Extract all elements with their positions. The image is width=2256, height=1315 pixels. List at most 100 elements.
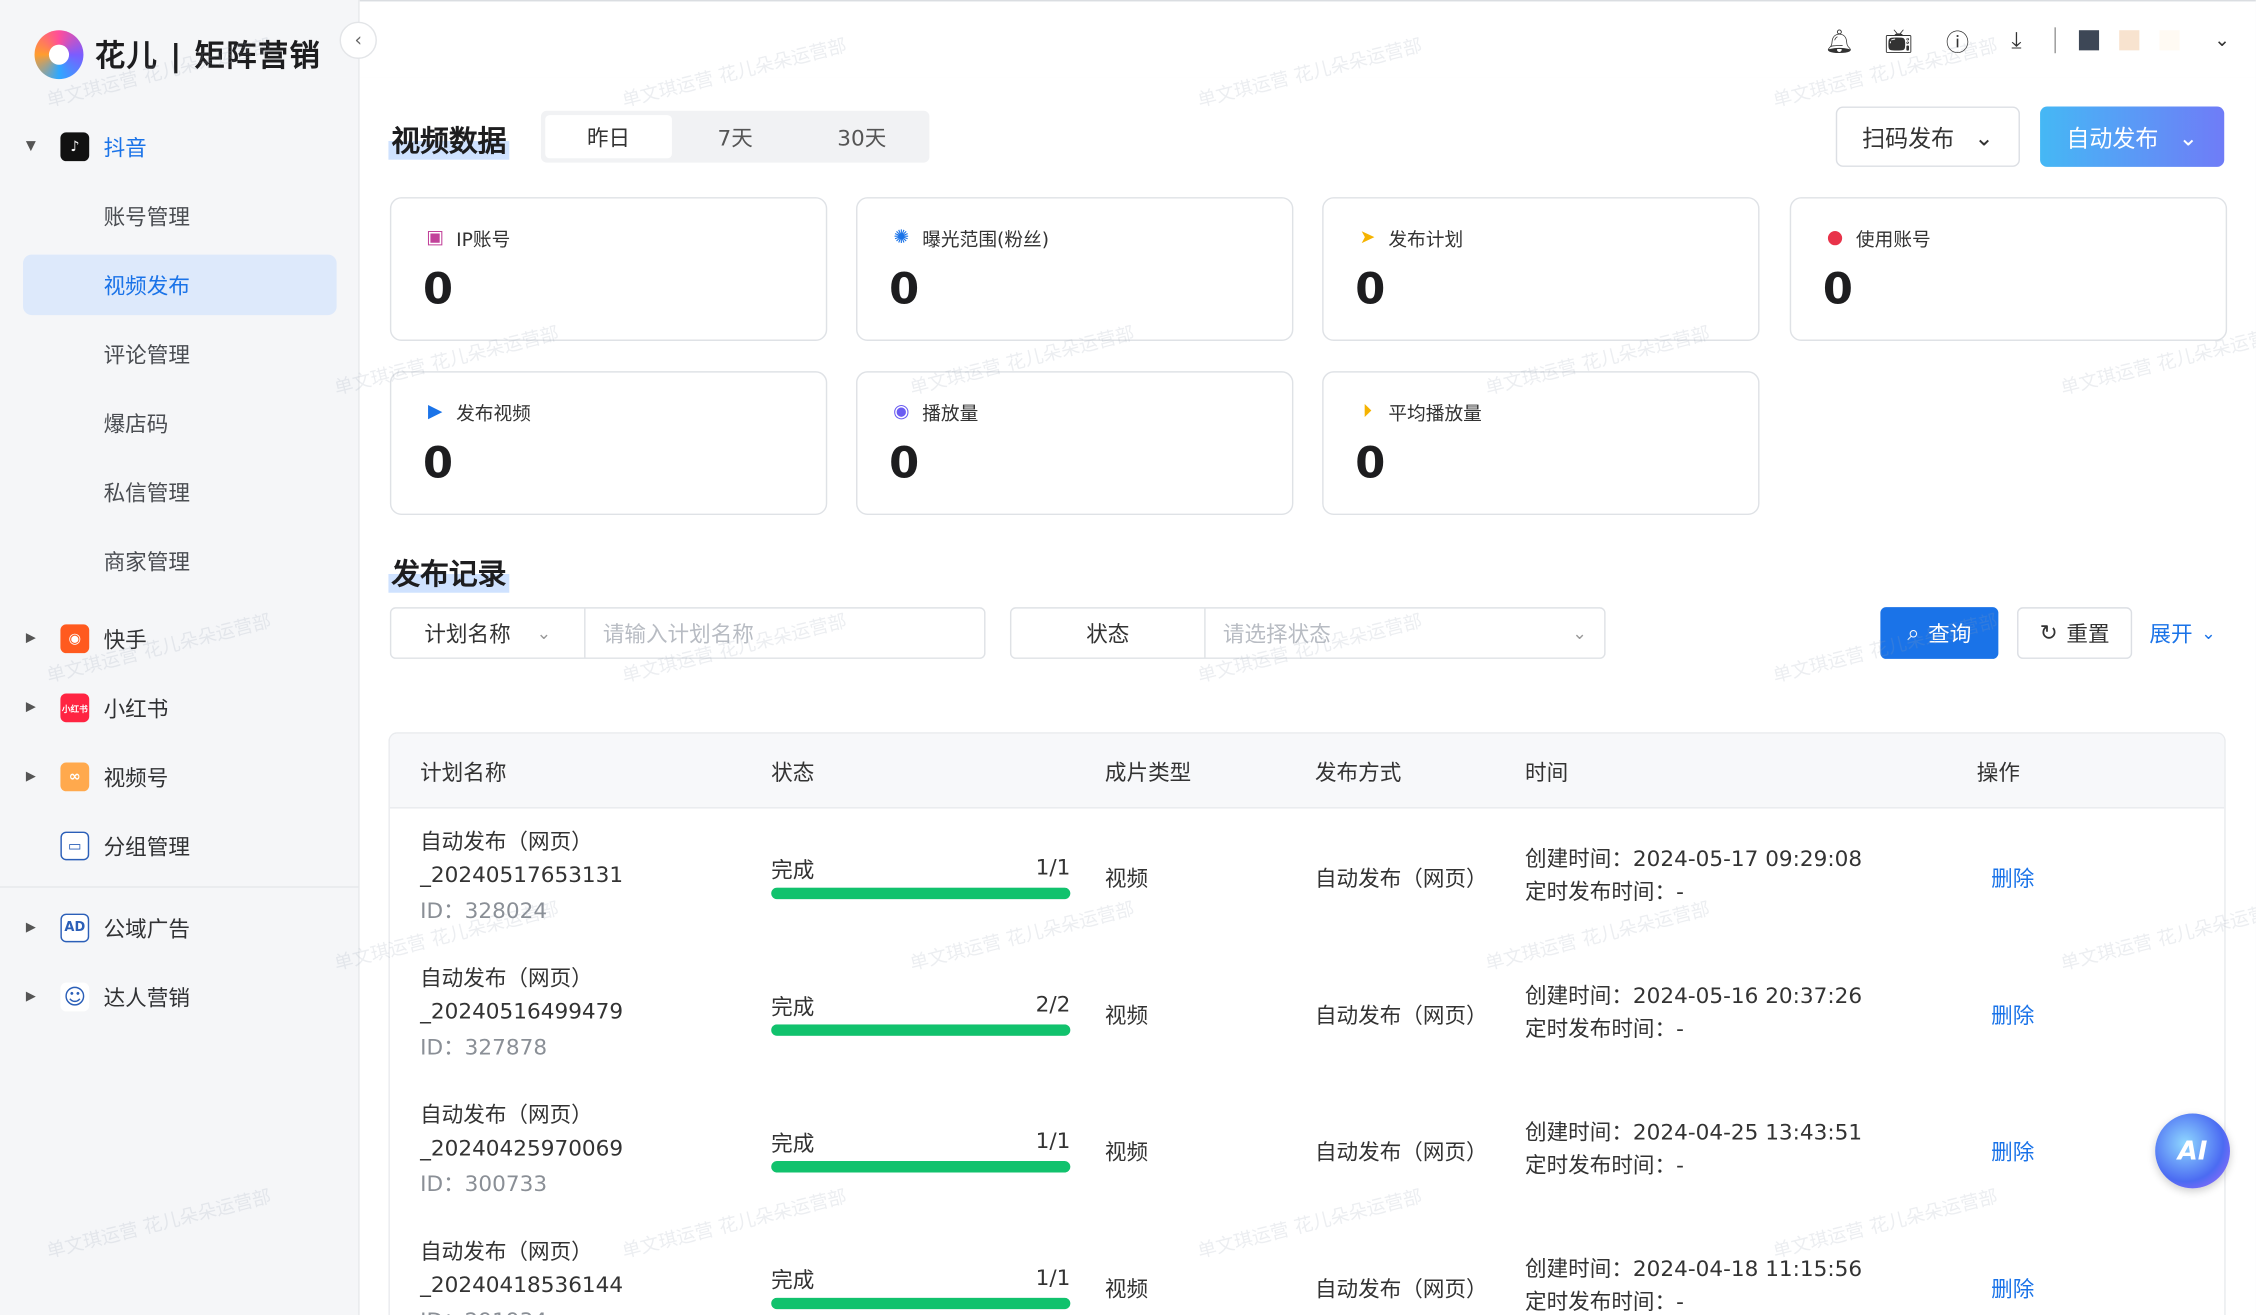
plan-name-cell: 自动发布（网页） _20240418536144 (420, 1236, 623, 1302)
sidebar-group-label: 抖音 (103, 134, 147, 161)
stat-label: 曝光范围(粉丝) (922, 230, 1050, 252)
sidebar-group-kuaishou[interactable]: ▶ ◉ 快手 (0, 604, 360, 673)
brand-logo[interactable]: 花儿 | 矩阵营销 (34, 29, 322, 81)
delete-button[interactable]: 删除 (1991, 1273, 2034, 1303)
scheduled-time: 定时发布时间：- (1525, 1152, 1684, 1179)
publish-method: 自动发布（网页） (1314, 1002, 1488, 1029)
plan-name-line2: _20240517653131 (420, 861, 624, 888)
sidebar-group-label: 达人营销 (103, 984, 190, 1011)
plan-name-cell: 自动发布（网页） _20240517653131 (420, 826, 623, 892)
publish-method: 自动发布（网页） (1314, 1276, 1488, 1303)
download-icon[interactable]: ⤓ (1987, 24, 2046, 56)
stat-value: 0 (422, 264, 454, 316)
scheduled-time: 定时发布时间：- (1525, 1289, 1684, 1315)
plan-name-input[interactable]: 请输入计划名称 (586, 609, 985, 658)
caret-right-icon: ▶ (25, 989, 36, 1005)
user-name-block[interactable] (2119, 30, 2140, 51)
range-yesterday[interactable]: 昨日 (545, 115, 672, 159)
main-content: 视频数据 昨日 7天 30天 扫码发布 ⌄ 自动发布 ⌄ ▣ IP账号 0 ✺ 曝光… (359, 77, 2256, 1315)
sidebar-group-label: 视频号 (103, 764, 169, 791)
person-star-icon: ☺ (60, 982, 90, 1012)
paper-plane-icon: ➤ (1359, 227, 1376, 249)
progress-bar (771, 887, 1071, 900)
auto-publish-button[interactable]: 自动发布 ⌄ (2040, 106, 2225, 167)
table-header: 计划名称 状态 成片类型 发布方式 时间 操作 (389, 733, 2225, 809)
filter-field-select[interactable]: 计划名称 ⌄ (391, 608, 586, 658)
stat-card-ip-accounts: ▣ IP账号 0 (389, 197, 828, 341)
sidebar-group-douyin[interactable]: ▼ ♪ 抖音 (0, 112, 360, 181)
progress-fill (771, 887, 1071, 900)
progress-bar (771, 1024, 1071, 1036)
sidebar-group-label: 小红书 (103, 695, 169, 722)
caret-right-icon: ▶ (25, 769, 36, 785)
channels-icon: ∞ (60, 762, 90, 792)
plan-name-line1: 自动发布（网页） (420, 1238, 593, 1265)
status-text: 完成 (771, 994, 815, 1021)
xiaohongshu-icon: 小红书 (60, 693, 90, 723)
user-avatar[interactable] (2079, 30, 2100, 51)
range-30-days[interactable]: 30天 (798, 115, 925, 158)
status-cell: 完成 1/1 (771, 855, 1071, 900)
expand-button[interactable]: 展开 ⌄ (2149, 607, 2215, 659)
stat-card-plays: ◉ 播放量 0 (856, 371, 1294, 516)
chevron-down-icon: ⌄ (1572, 622, 1587, 644)
chevron-left-icon: ‹ (354, 29, 362, 52)
help-icon[interactable]: ⓘ (1928, 24, 1987, 56)
scheduled-time: 定时发布时间：- (1525, 879, 1684, 905)
status-cell: 完成 1/1 (771, 1264, 1071, 1310)
status-cell: 完成 1/1 (771, 1127, 1071, 1173)
status-filter-label: 状态 (1011, 608, 1206, 658)
created-time: 创建时间：2024-05-17 09:29:08 (1525, 845, 1863, 872)
sidebar: 花儿 | 矩阵营销 ‹ ▼ ♪ 抖音 账号管理 视频发布 评论管理 爆店码 私信… (0, 0, 377, 1315)
play-circle-icon: ⏵ (1362, 401, 1373, 423)
sidebar-group-xiaohongshu[interactable]: ▶ 小红书 小红书 (0, 673, 360, 742)
plan-name-line2: _20240516499479 (420, 998, 624, 1025)
stat-card-avg-plays: ⏵ 平均播放量 0 (1322, 371, 1760, 516)
status-select[interactable]: 请选择状态 ⌄ (1206, 609, 1605, 658)
stat-value: 0 (422, 438, 454, 490)
ai-assistant-button[interactable]: AI (2155, 1113, 2230, 1189)
table-row: 自动发布（网页） _20240418536144 ID：291934 完成 1/1 视频 自… (390, 1219, 2224, 1315)
progress-count: 1/1 (1035, 1264, 1071, 1291)
sidebar-group-ads[interactable]: ▶ AD 公域广告 (0, 893, 360, 962)
sidebar-divider (0, 886, 360, 888)
sidebar-group-management[interactable]: ▭ 分组管理 (0, 811, 360, 880)
tv-icon[interactable]: 📺︎ (1869, 24, 1928, 56)
range-7-days[interactable]: 7天 (672, 115, 799, 158)
delete-button[interactable]: 删除 (1991, 863, 2034, 893)
chevron-down-icon: ⌄ (536, 622, 552, 644)
stat-value: 0 (889, 438, 920, 490)
reset-button[interactable]: ↻ 重置 (2017, 607, 2133, 659)
stat-label: IP账号 (456, 230, 511, 252)
sidebar-group-shipinhao[interactable]: ▶ ∞ 视频号 (0, 742, 360, 811)
collapse-sidebar-button[interactable]: ‹ (339, 21, 377, 59)
column-header-type: 成片类型 (1104, 759, 1192, 786)
status-cell: 完成 2/2 (771, 991, 1071, 1036)
sidebar-group-talent[interactable]: ▶ ☺ 达人营销 (0, 962, 360, 1031)
eye-icon: ◉ (893, 401, 910, 423)
sidebar-item-messages[interactable]: 私信管理 (0, 458, 360, 527)
chevron-down-icon[interactable]: ⌄ (2214, 29, 2230, 51)
sidebar-item-merchants[interactable]: 商家管理 (0, 527, 360, 596)
progress-count: 1/1 (1035, 1127, 1071, 1154)
status-text: 完成 (771, 1267, 815, 1294)
stat-value: 0 (889, 264, 920, 316)
progress-fill (771, 1024, 1071, 1036)
created-time: 创建时间：2024-04-25 13:43:51 (1525, 1119, 1863, 1146)
expand-label: 展开 (2149, 620, 2193, 647)
sidebar-item-video-publish[interactable]: 视频发布 (23, 254, 337, 316)
delete-button[interactable]: 删除 (1991, 1000, 2034, 1030)
progress-fill (771, 1297, 1071, 1310)
stat-card-exposure: ✺ 曝光范围(粉丝) 0 (856, 197, 1294, 341)
table-row: 自动发布（网页） _20240425970069 ID：300733 完成 1/1 视频 自… (390, 1082, 2224, 1219)
delete-button[interactable]: 删除 (1991, 1137, 2034, 1167)
sidebar-item-account[interactable]: 账号管理 (0, 181, 360, 250)
query-button[interactable]: ⌕ 查询 (1880, 607, 1999, 659)
sidebar-item-store-code[interactable]: 爆店码 (0, 388, 360, 457)
bell-icon[interactable]: 🔔︎ (1810, 24, 1869, 56)
scheduled-time: 定时发布时间：- (1525, 1015, 1684, 1042)
range-selector: 昨日 7天 30天 (540, 110, 930, 163)
sidebar-item-comments[interactable]: 评论管理 (0, 319, 360, 388)
plan-id: ID：291934 (420, 1305, 547, 1315)
scan-publish-button[interactable]: 扫码发布 ⌄ (1835, 106, 2020, 167)
